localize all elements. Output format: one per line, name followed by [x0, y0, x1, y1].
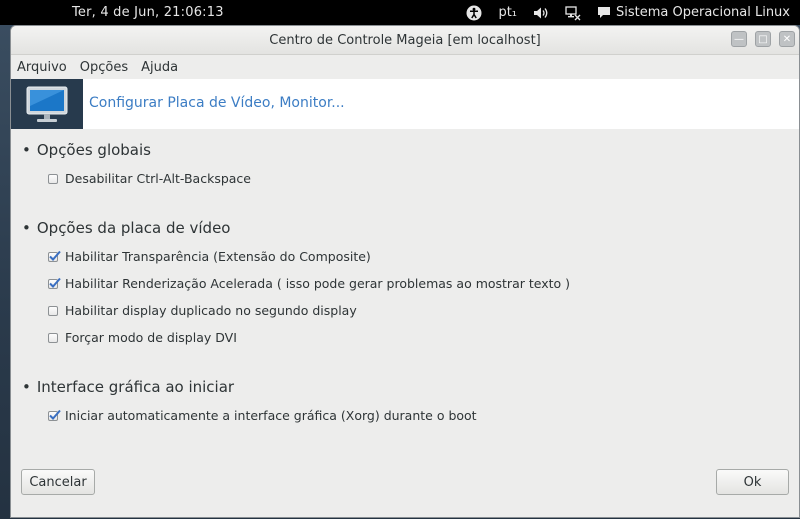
minimize-icon: —	[731, 31, 747, 47]
option-disable-ctrl-alt-backspace[interactable]: Desabilitar Ctrl-Alt-Backspace	[48, 171, 251, 186]
option-label: Desabilitar Ctrl-Alt-Backspace	[65, 171, 251, 186]
cancel-button[interactable]: Cancelar	[21, 469, 95, 495]
option-force-dvi-mode[interactable]: Forçar modo de display DVI	[48, 330, 237, 345]
checkbox-unchecked[interactable]	[48, 332, 58, 343]
checkmark-icon	[49, 409, 61, 420]
section-video-card-options: • Opções da placa de vídeo	[22, 219, 231, 237]
option-enable-accelerated-rendering[interactable]: Habilitar Renderização Acelerada ( isso …	[48, 276, 570, 291]
menu-ajuda[interactable]: Ajuda	[141, 60, 178, 75]
option-label: Iniciar automaticamente a interface gráf…	[65, 408, 477, 423]
app-window: Centro de Controle Mageia [em localhost]…	[10, 25, 800, 518]
checkbox-unchecked[interactable]	[48, 173, 58, 184]
minimize-button[interactable]: —	[729, 30, 749, 48]
close-button[interactable]: ✕	[777, 30, 797, 48]
option-label: Habilitar Renderização Acelerada ( isso …	[65, 276, 571, 291]
section-title: Opções da placa de vídeo	[36, 219, 231, 237]
option-autostart-xorg[interactable]: Iniciar automaticamente a interface gráf…	[48, 408, 477, 423]
chat-bubble-icon	[598, 7, 611, 18]
section-title: Opções globais	[36, 141, 151, 159]
checkbox-unchecked[interactable]	[48, 305, 58, 316]
system-tray: pt₁ Sistema Operacional Linux	[466, 0, 800, 25]
section-graphical-interface-startup: • Interface gráfica ao iniciar	[22, 378, 235, 396]
menu-arquivo[interactable]: Arquivo	[17, 60, 67, 75]
checkmark-icon	[49, 277, 61, 288]
menubar: Arquivo Opções Ajuda	[11, 55, 799, 79]
option-label: Habilitar display duplicado no segundo d…	[65, 303, 357, 318]
menu-opcoes[interactable]: Opções	[80, 60, 128, 75]
option-label: Forçar modo de display DVI	[65, 330, 237, 345]
window-titlebar[interactable]: Centro de Controle Mageia [em localhost]…	[11, 26, 799, 55]
option-enable-transparency[interactable]: Habilitar Transparência (Extensão do Com…	[48, 249, 371, 264]
close-icon: ✕	[779, 31, 795, 47]
volume-icon[interactable]	[533, 6, 549, 20]
maximize-icon: □	[755, 31, 771, 47]
accessibility-icon[interactable]	[466, 5, 482, 21]
checkbox-checked[interactable]	[48, 250, 61, 262]
window-title: Centro de Controle Mageia [em localhost]	[269, 33, 541, 48]
clock[interactable]: Ter, 4 de Jun, 21:06:13	[72, 5, 224, 20]
keyboard-layout-indicator[interactable]: pt₁	[498, 5, 517, 20]
option-label: Habilitar Transparência (Extensão do Com…	[65, 249, 371, 264]
section-title: Interface gráfica ao iniciar	[36, 378, 235, 396]
header-banner: Configurar Placa de Vídeo, Monitor...	[11, 79, 799, 129]
network-icon[interactable]	[565, 5, 581, 21]
checkbox-checked[interactable]	[48, 409, 61, 421]
banner-title: Configurar Placa de Vídeo, Monitor...	[89, 95, 345, 111]
checkmark-icon	[49, 250, 61, 261]
monitor-icon	[11, 79, 83, 129]
window-controls: — □ ✕	[725, 30, 797, 48]
maximize-button[interactable]: □	[753, 30, 773, 48]
option-enable-duplicate-display[interactable]: Habilitar display duplicado no segundo d…	[48, 303, 357, 318]
top-panel: Ter, 4 de Jun, 21:06:13 pt₁ Sistema Oper…	[0, 0, 800, 25]
checkbox-checked[interactable]	[48, 277, 61, 289]
ok-button[interactable]: Ok	[716, 469, 789, 495]
section-global-options: • Opções globais	[22, 141, 151, 159]
user-menu[interactable]: Sistema Operacional Linux	[597, 5, 790, 20]
user-name: Sistema Operacional Linux	[616, 5, 790, 20]
